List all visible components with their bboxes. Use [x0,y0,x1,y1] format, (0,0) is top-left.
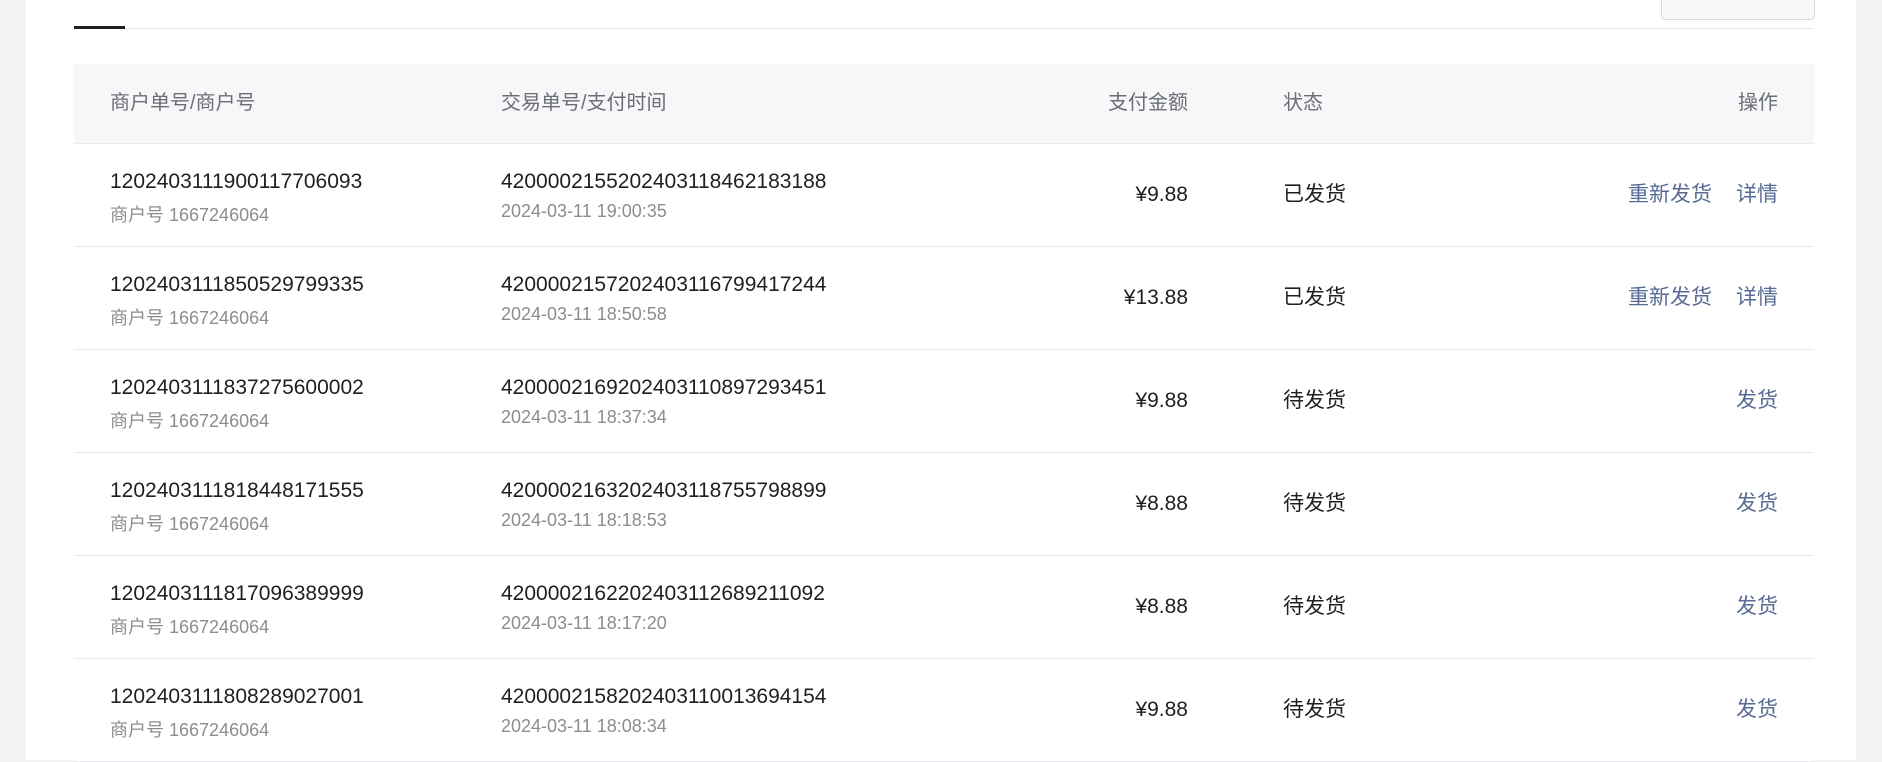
amount: ¥9.88 [1135,183,1188,206]
trade-no: 4200002163202403118755798899 [501,479,827,502]
header-actions: 操作 [1738,92,1778,114]
merchant-order-no: 1202403111837275600002 [110,376,364,399]
merchant-id: 商户号 1667246064 [110,617,270,637]
merchant-order-no: 1202403111808289027001 [110,685,364,708]
trade-no: 4200002169202403110897293451 [501,376,827,399]
table-row: 1202403111818448171555 商户号 1667246064 4200… [74,453,1814,556]
merchant-id: 商户号 1667246064 [110,514,270,534]
table-row: 1202403111900117706093 商户号 1667246064 4200… [74,144,1814,247]
table-row: 1202403111817096389999 商户号 1667246064 4200… [74,556,1814,659]
amount: ¥13.88 [1123,286,1188,309]
pay-time: 2024-03-11 18:08:34 [501,716,667,736]
status-text: 已发货 [1283,286,1346,309]
table-row: 1202403111850529799335 商户号 1667246064 4200… [74,247,1814,350]
merchant-order-no: 1202403111818448171555 [110,479,364,502]
orders-table: 商户单号/商户号 交易单号/支付时间 支付金额 状态 操作 1202403111… [74,64,1814,762]
trade-no: 4200002162202403112689211092 [501,582,825,605]
amount: ¥8.88 [1135,595,1188,618]
table-row: 1202403111837275600002 商户号 1667246064 4200… [74,350,1814,453]
status-text: 待发货 [1283,595,1346,618]
row-actions: 发货 [1736,453,1778,555]
amount: ¥9.88 [1135,698,1188,721]
details-link[interactable]: 详情 [1736,247,1778,349]
toolbar-button[interactable] [1661,0,1815,20]
merchant-order-no: 1202403111850529799335 [110,273,364,296]
table-header: 商户单号/商户号 交易单号/支付时间 支付金额 状态 操作 [74,64,1814,144]
status-text: 待发货 [1283,389,1346,412]
status-text: 已发货 [1283,183,1346,206]
header-status: 状态 [1283,92,1323,114]
merchant-id: 商户号 1667246064 [110,720,270,740]
resend-link[interactable]: 重新发货 [1628,247,1712,349]
table-row: 1202403111808289027001 商户号 1667246064 4200… [74,659,1814,762]
merchant-id: 商户号 1667246064 [110,411,270,431]
row-actions: 重新发货 详情 [1628,144,1778,246]
table-body: 1202403111900117706093 商户号 1667246064 4200… [74,144,1814,762]
ship-link[interactable]: 发货 [1736,556,1778,658]
row-actions: 重新发货 详情 [1628,247,1778,349]
pay-time: 2024-03-11 18:17:20 [501,613,667,633]
resend-link[interactable]: 重新发货 [1628,144,1712,246]
header-amount: 支付金额 [1108,92,1188,114]
active-tab-indicator [74,26,125,29]
merchant-order-no: 1202403111817096389999 [110,582,364,605]
status-text: 待发货 [1283,698,1346,721]
row-actions: 发货 [1736,350,1778,452]
pay-time: 2024-03-11 18:18:53 [501,510,667,530]
header-trade-order: 交易单号/支付时间 [501,92,667,114]
tab-bar [74,0,1814,29]
ship-link[interactable]: 发货 [1736,350,1778,452]
ship-link[interactable]: 发货 [1736,453,1778,555]
pay-time: 2024-03-11 18:50:58 [501,304,667,324]
row-actions: 发货 [1736,659,1778,761]
trade-no: 4200002157202403116799417244 [501,273,827,296]
details-link[interactable]: 详情 [1736,144,1778,246]
trade-no: 4200002155202403118462183188 [501,170,827,193]
ship-link[interactable]: 发货 [1736,659,1778,761]
status-text: 待发货 [1283,492,1346,515]
row-actions: 发货 [1736,556,1778,658]
merchant-id: 商户号 1667246064 [110,308,270,328]
pay-time: 2024-03-11 19:00:35 [501,201,667,221]
trade-no: 4200002158202403110013694154 [501,685,827,708]
merchant-id: 商户号 1667246064 [110,205,270,225]
pay-time: 2024-03-11 18:37:34 [501,407,667,427]
amount: ¥8.88 [1135,492,1188,515]
merchant-order-no: 1202403111900117706093 [110,170,363,193]
amount: ¥9.88 [1135,389,1188,412]
header-merchant-order: 商户单号/商户号 [110,92,256,114]
